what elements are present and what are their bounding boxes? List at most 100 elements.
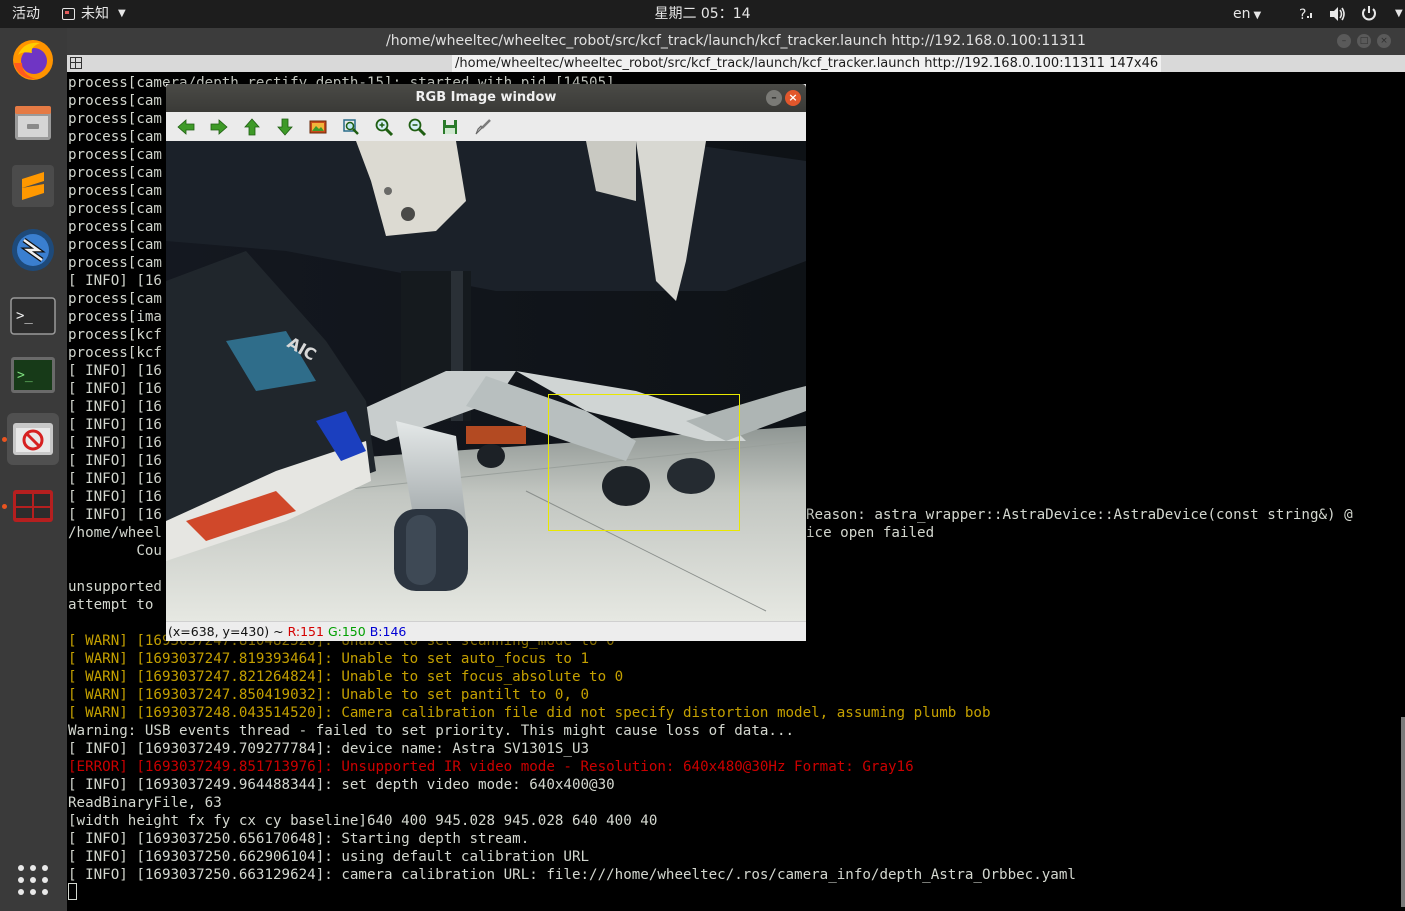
terminal-warn-line: [ WARN] [1693037247.850419032]: Unable t… — [68, 687, 590, 703]
terminal-line-fragment: process[cam — [68, 129, 162, 145]
arrow-down-icon[interactable] — [275, 117, 295, 137]
image-status-bar: (x=638, y=430) ~ R:151 G:150 B:146 — [166, 621, 806, 641]
terminal-line: Warning: USB events thread - failed to s… — [68, 723, 795, 739]
close-button[interactable]: × — [1377, 34, 1391, 48]
terminal-titlebar[interactable]: /home/wheeltec/wheeltec_robot/src/kcf_tr… — [67, 28, 1405, 55]
arrow-left-icon[interactable] — [176, 117, 196, 137]
terminal-tab-bar: /home/wheeltec/wheeltec_robot/src/kcf_tr… — [67, 55, 1405, 72]
show-apps-button[interactable] — [16, 863, 50, 901]
app-menu-label: 未知 — [81, 6, 109, 22]
chevron-down-icon: ▼ — [1253, 10, 1262, 21]
svg-text:>_: >_ — [17, 368, 33, 383]
terminal-line-fragment: [ INFO] [16 — [68, 399, 162, 415]
terminal-line: [ INFO] [1693037249.964488344]: set dept… — [68, 777, 615, 793]
tracking-box[interactable] — [548, 394, 740, 531]
terminal-line-fragment: process[cam — [68, 219, 162, 235]
activities-button[interactable]: 活动 — [12, 0, 40, 28]
terminal-line-fragment: process[cam — [68, 165, 162, 181]
volume-icon[interactable] — [1328, 0, 1346, 28]
app-grid-icon — [18, 865, 48, 895]
dock-remote-desktop[interactable] — [7, 224, 59, 276]
arrow-up-icon[interactable] — [242, 117, 262, 137]
rgb-window-title: RGB Image window — [415, 90, 557, 105]
firefox-icon — [13, 40, 53, 80]
terminal-line-fragment: process[cam — [68, 237, 162, 253]
terminal-line-fragment: [ INFO] [16 — [68, 417, 162, 433]
terminal-line: [width height fx fy cx cy baseline]640 4… — [68, 813, 658, 829]
rgb-image-window[interactable]: RGB Image window – × AIC (x=638, y=430) … — [166, 84, 806, 641]
minimize-button[interactable]: – — [766, 90, 782, 106]
dock-files[interactable] — [7, 96, 59, 148]
terminal-line-fragment: [ INFO] [16 — [68, 507, 162, 523]
image-toolbar — [166, 112, 806, 142]
terminal-warn-line: [ WARN] [1693037248.043514520]: Camera c… — [68, 705, 991, 721]
terminal-line-fragment: [ INFO] [16 — [68, 489, 162, 505]
screen-tool-icon — [13, 490, 53, 522]
terminal-line-fragment: process[cam — [68, 147, 162, 163]
terminal-line-fragment: [ INFO] [16 — [68, 453, 162, 469]
terminal-line-fragment: ice open failed — [806, 525, 935, 541]
terminal-window-title: /home/wheeltec/wheeltec_robot/src/kcf_tr… — [386, 33, 1086, 49]
language-menu[interactable]: en ▼ — [1233, 0, 1261, 28]
terminal-line-fragment: process[cam — [68, 93, 162, 109]
terminal-warn-line: [ WARN] [1693037247.819393464]: Unable t… — [68, 651, 590, 667]
no-entry-icon — [13, 423, 53, 455]
terminal-line-fragment: process[cam — [68, 201, 162, 217]
svg-text:>_: >_ — [16, 308, 33, 324]
running-indicator — [2, 504, 7, 509]
system-tray[interactable]: ? ▼ — [1296, 0, 1403, 28]
zoom-out-icon[interactable] — [407, 117, 427, 137]
dock-system-monitor[interactable]: >_ — [7, 350, 59, 402]
save-icon[interactable] — [440, 117, 460, 137]
svg-text:?: ? — [1299, 7, 1306, 23]
terminal-line: [ INFO] [1693037250.662906104]: using de… — [68, 849, 590, 865]
terminal-line-fragment: unsupported — [68, 579, 162, 595]
top-bar: 活动 未知 ▼ 星期二 05：14 en ▼ ? ▼ — [0, 0, 1405, 28]
terminal-line-fragment: process[cam — [68, 111, 162, 127]
power-icon[interactable] — [1360, 0, 1378, 28]
app-window-icon — [62, 8, 75, 20]
dock-firefox[interactable] — [7, 34, 59, 86]
dock-sublime-text[interactable] — [7, 160, 59, 212]
app-menu[interactable]: 未知 ▼ — [62, 0, 126, 28]
terminal-scrollbar[interactable] — [1401, 717, 1405, 907]
split-layout-icon[interactable] — [70, 57, 82, 69]
rgb-window-titlebar[interactable]: RGB Image window – × — [166, 84, 806, 112]
pixel-coordinates: (x=638, y=430) ~ — [168, 624, 288, 639]
dock-camera-app[interactable] — [2, 413, 59, 465]
pixel-green-value: G:150 — [327, 624, 366, 639]
camera-frame: AIC — [166, 141, 806, 621]
brush-icon[interactable] — [473, 117, 493, 137]
files-icon — [15, 106, 51, 140]
remote-desktop-icon — [12, 229, 54, 271]
chevron-down-icon: ▼ — [1395, 8, 1403, 19]
terminal-line-fragment: [ INFO] [16 — [68, 435, 162, 451]
terminal-line-fragment: attempt to — [68, 597, 154, 613]
terminal-line-fragment: [ INFO] [16 — [68, 471, 162, 487]
terminal-line-fragment: [ INFO] [16 — [68, 273, 162, 289]
terminal-line-fragment: Reason: astra_wrapper::AstraDevice::Astr… — [806, 507, 1353, 523]
zoom-in-icon[interactable] — [374, 117, 394, 137]
terminal-icon: >_ — [10, 297, 56, 335]
pixel-blue-value: B:146 — [369, 624, 407, 639]
close-button[interactable]: × — [785, 90, 801, 106]
terminal-tab-title[interactable]: /home/wheeltec/wheeltec_robot/src/kcf_tr… — [452, 55, 1162, 72]
zoom-fit-icon[interactable] — [341, 117, 361, 137]
dock-terminal[interactable]: >_ — [7, 290, 59, 342]
sublime-text-icon — [12, 165, 54, 207]
clock-label[interactable]: 星期二 05：14 — [654, 6, 750, 22]
terminal-line-fragment: process[kcf — [68, 345, 162, 361]
running-indicator — [2, 437, 7, 442]
accessibility-icon[interactable]: ? — [1296, 0, 1314, 28]
clock: 星期二 05：14 — [0, 0, 1405, 28]
terminal-line-fragment: [ INFO] [16 — [68, 381, 162, 397]
dock-screen-tool[interactable] — [2, 480, 59, 532]
camera-image[interactable]: AIC — [166, 141, 806, 621]
terminal-line: [ INFO] [1693037250.663129624]: camera c… — [68, 867, 1076, 883]
image-icon[interactable] — [308, 117, 328, 137]
arrow-right-icon[interactable] — [209, 117, 229, 137]
minimize-button[interactable]: – — [1337, 34, 1351, 48]
terminal-line-fragment: [ INFO] [16 — [68, 363, 162, 379]
terminal-cursor — [68, 883, 77, 900]
maximize-button[interactable]: □ — [1357, 34, 1371, 48]
